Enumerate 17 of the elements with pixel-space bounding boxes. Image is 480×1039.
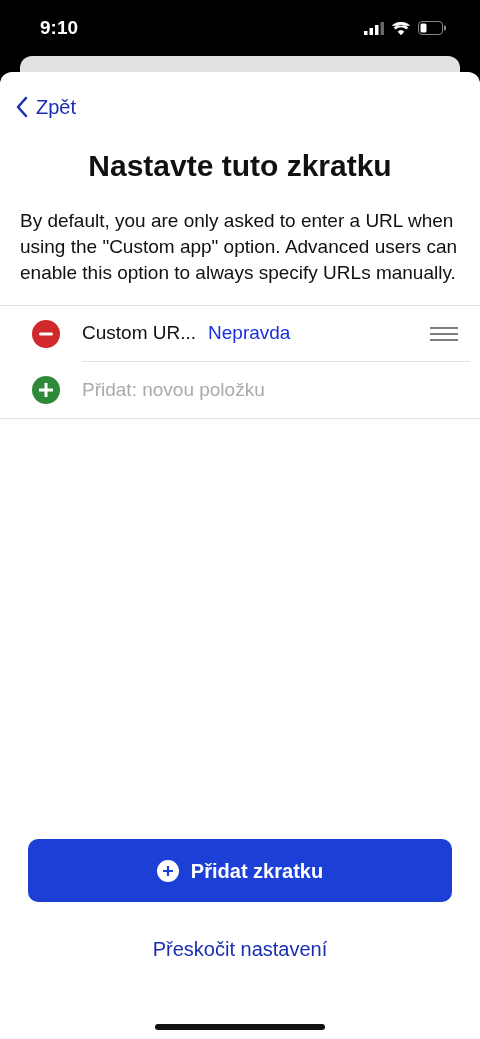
- wifi-icon: [392, 21, 410, 35]
- signal-icon: [364, 21, 384, 35]
- add-icon[interactable]: [32, 376, 60, 404]
- new-item-field[interactable]: Přidat: novou položku: [82, 375, 458, 405]
- back-button[interactable]: Zpět: [16, 92, 77, 122]
- status-time: 9:10: [40, 15, 79, 40]
- add-shortcut-button[interactable]: Přidat zkratku: [28, 839, 452, 902]
- page-title: Nastavte tuto zkratku: [87, 148, 393, 184]
- description-text: By default, you are only asked to enter a URL when using the "Custom app" option. Advanced users can enable this option to always specify URLs manually.: [20, 209, 459, 285]
- plus-circle-icon: [156, 859, 179, 882]
- drag-handle-icon[interactable]: [430, 326, 458, 341]
- item-label: Custom UR...: [82, 321, 197, 346]
- skip-setup-link[interactable]: Přeskočit nastavení: [148, 930, 332, 968]
- battery-icon: [418, 21, 446, 35]
- chevron-left-icon: [16, 96, 28, 118]
- remove-icon[interactable]: [32, 320, 60, 348]
- item-value[interactable]: Nepravda: [208, 319, 291, 348]
